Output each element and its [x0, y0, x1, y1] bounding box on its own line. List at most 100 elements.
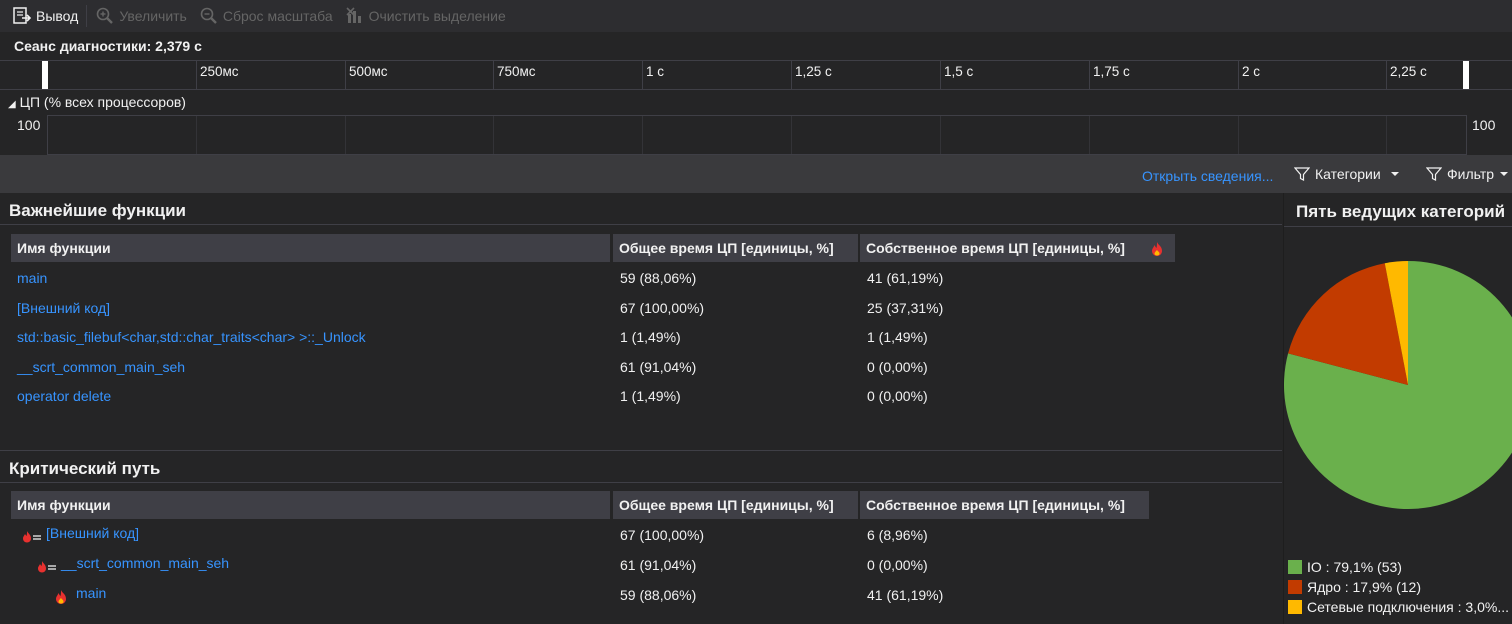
ruler-tick-label: 1,5 с: [944, 64, 974, 79]
function-name-link[interactable]: [Внешний код]: [46, 525, 139, 541]
cpu-grid-line: [345, 116, 346, 154]
zoom-in-button[interactable]: Увеличить: [89, 2, 193, 30]
ruler-tick-label: 500мс: [349, 64, 388, 79]
legend-swatch: [1288, 560, 1302, 574]
open-details-link[interactable]: Открыть сведения...: [1142, 168, 1273, 184]
legend-swatch: [1288, 600, 1302, 614]
session-bar: Сеанс диагностики: 2,379 с: [0, 32, 1512, 60]
zoom-in-label: Увеличить: [119, 8, 187, 24]
function-name-link[interactable]: main: [76, 585, 106, 601]
cpu-grid-line: [196, 116, 197, 154]
cpu-grid-line: [1089, 116, 1090, 154]
column-header-self-cpu[interactable]: Собственное время ЦП [единицы, %]: [860, 491, 1149, 519]
self-cpu-value: 0 (0,00%): [867, 557, 928, 573]
clear-selection-button[interactable]: Очистить выделение: [339, 2, 512, 30]
ruler-tick: [1238, 61, 1239, 89]
time-ruler[interactable]: 250мс 500мс 750мс 1 с 1,25 с 1,5 с 1,75 с 2 с 2,…: [0, 60, 1512, 90]
cpu-graph-area[interactable]: [47, 115, 1467, 155]
divider: [1284, 226, 1512, 227]
legend-label: Сетевые подключения : 3,0%...: [1307, 599, 1509, 615]
ruler-tick: [196, 61, 197, 89]
self-cpu-value: 0 (0,00%): [867, 388, 928, 404]
ruler-end-handle[interactable]: [1463, 61, 1469, 89]
export-icon: [13, 7, 32, 24]
total-cpu-value: 1 (1,49%): [620, 388, 681, 404]
cpu-graph[interactable]: 100 100: [0, 113, 1512, 155]
output-button[interactable]: Вывод: [6, 2, 84, 30]
divider: [0, 224, 1282, 225]
legend-label: IO : 79,1% (53): [1307, 559, 1402, 575]
ruler-tick: [493, 61, 494, 89]
function-name-link[interactable]: __scrt_common_main_seh: [61, 555, 229, 571]
self-cpu-value: 25 (37,31%): [867, 300, 944, 316]
ruler-tick: [940, 61, 941, 89]
ruler-tick-label: 2 с: [1242, 64, 1261, 79]
ruler-tick-label: 2,25 с: [1390, 64, 1427, 79]
column-header-total-cpu[interactable]: Общее время ЦП [единицы, %]: [613, 234, 858, 262]
legend-label: Ядро : 17,9% (12): [1307, 579, 1422, 595]
collapse-triangle-icon: ◢: [8, 99, 16, 110]
session-duration: Сеанс диагностики: 2,379 с: [14, 38, 202, 54]
cpu-grid-line: [940, 116, 941, 154]
cpu-right-max: 100: [1472, 117, 1496, 133]
reset-zoom-icon: [200, 7, 217, 24]
hot-path-title: Критический путь: [9, 459, 161, 478]
categories-dropdown[interactable]: Категории: [1294, 166, 1400, 182]
function-name-link[interactable]: std::basic_filebuf<char,std::char_traits…: [17, 329, 366, 345]
dropdown-arrow-icon: [1500, 172, 1509, 176]
ruler-tick-label: 1,75 с: [1093, 64, 1130, 79]
total-cpu-value: 61 (91,04%): [620, 359, 697, 375]
cpu-title-label: ЦП (% всех процессоров): [19, 94, 186, 110]
function-name-link[interactable]: main: [17, 270, 47, 286]
ruler-tick: [791, 61, 792, 89]
hot-path-icon: [23, 531, 41, 543]
column-header-self-cpu[interactable]: Собственное время ЦП [единицы, %]: [860, 234, 1175, 262]
dropdown-arrow-icon: [1390, 172, 1399, 176]
ruler-start-handle[interactable]: [42, 61, 48, 89]
cpu-grid-line: [1238, 116, 1239, 154]
column-header-function-name[interactable]: Имя функции: [11, 234, 610, 262]
total-cpu-value: 59 (88,06%): [620, 270, 697, 286]
self-cpu-value: 6 (8,96%): [867, 527, 928, 543]
clear-selection-icon: [346, 7, 361, 23]
ruler-tick-label: 750мс: [497, 64, 536, 79]
toolbar-separator: [86, 5, 88, 27]
cpu-header: ◢ ЦП (% всех процессоров): [0, 91, 1512, 113]
divider: [0, 482, 1282, 483]
ruler-tick: [642, 61, 643, 89]
self-cpu-value: 0 (0,00%): [867, 359, 928, 375]
reset-zoom-button[interactable]: Сброс масштаба: [193, 2, 339, 30]
details-bar: Открыть сведения... Категории Фильтр: [0, 155, 1512, 193]
legend-item[interactable]: Сетевые подключения : 3,0%...: [1288, 599, 1509, 615]
reset-zoom-label: Сброс масштаба: [222, 8, 333, 24]
clear-selection-label: Очистить выделение: [368, 8, 506, 24]
categories-pie-chart[interactable]: [1284, 233, 1512, 563]
total-cpu-value: 1 (1,49%): [620, 329, 681, 345]
total-cpu-value: 59 (88,06%): [620, 587, 697, 603]
output-label: Вывод: [36, 8, 79, 24]
ruler-tick: [1089, 61, 1090, 89]
filter-label: Фильтр: [1447, 166, 1495, 182]
column-header-total-cpu[interactable]: Общее время ЦП [единицы, %]: [613, 491, 858, 519]
top-categories-title: Пять ведущих категорий: [1296, 202, 1506, 221]
self-cpu-value: 1 (1,49%): [867, 329, 928, 345]
total-cpu-value: 67 (100,00%): [620, 300, 705, 316]
cpu-grid-line: [791, 116, 792, 154]
top-categories-panel: Пять ведущих категорий IO : 79,1% (53) Яд…: [1283, 193, 1512, 624]
legend-item[interactable]: IO : 79,1% (53): [1288, 559, 1402, 575]
zoom-in-icon: [97, 7, 114, 24]
ruler-tick: [345, 61, 346, 89]
function-name-link[interactable]: [Внешний код]: [17, 300, 110, 316]
cpu-grid-line: [493, 116, 494, 154]
function-name-link[interactable]: operator delete: [17, 388, 111, 404]
categories-label: Категории: [1315, 166, 1381, 182]
hot-functions-title: Важнейшие функции: [9, 201, 186, 220]
function-name-link[interactable]: __scrt_common_main_seh: [17, 359, 185, 375]
filter-dropdown[interactable]: Фильтр: [1426, 166, 1509, 182]
cpu-title[interactable]: ◢ ЦП (% всех процессоров): [8, 94, 186, 110]
legend-swatch: [1288, 580, 1302, 594]
column-header-function-name[interactable]: Имя функции: [11, 491, 610, 519]
filter-icon: [1294, 167, 1310, 181]
legend-item[interactable]: Ядро : 17,9% (12): [1288, 579, 1421, 595]
ruler-tick-label: 1,25 с: [795, 64, 832, 79]
